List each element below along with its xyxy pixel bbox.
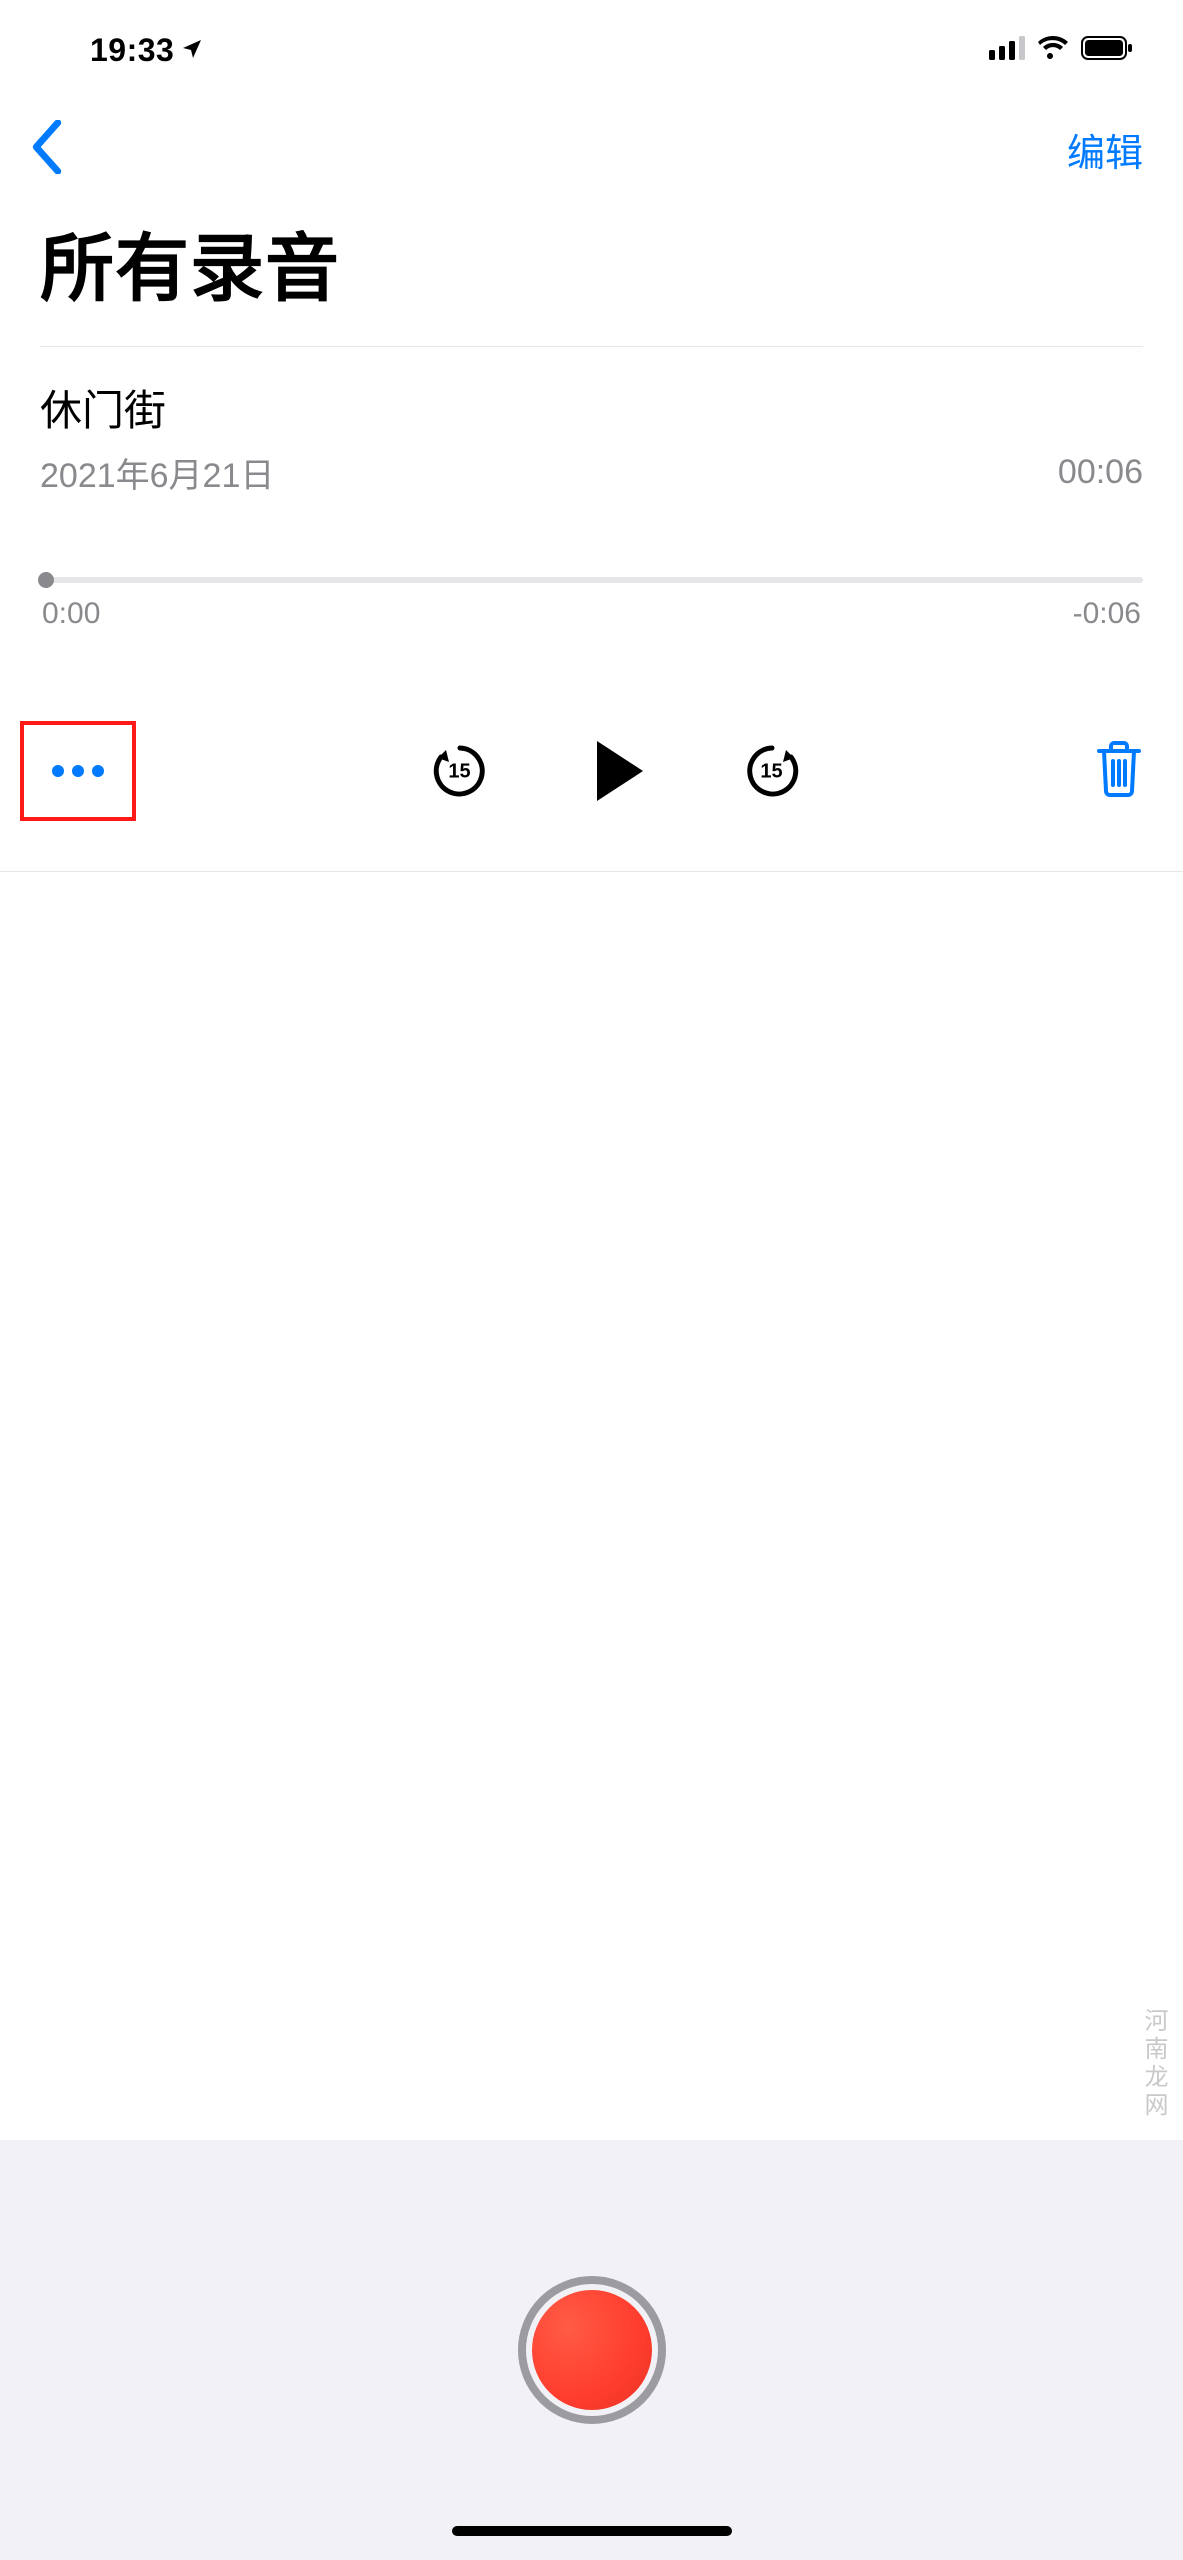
record-icon [532,2290,652,2410]
scrubber-knob[interactable] [38,572,54,588]
record-footer [0,2140,1183,2560]
record-button[interactable] [518,2276,666,2424]
delete-button[interactable] [1095,741,1143,802]
elapsed-time: 0:00 [42,597,100,631]
wifi-icon [1037,36,1069,65]
recording-item[interactable]: 休门街 2021年6月21日 00:06 [0,347,1183,497]
recording-date: 2021年6月21日 [40,448,274,497]
scrubber-track[interactable] [40,577,1143,583]
more-horizontal-icon [52,765,104,777]
recording-duration: 00:06 [1058,453,1143,492]
cellular-signal-icon [989,36,1025,65]
status-bar: 19:33 [0,0,1183,90]
skip-forward-seconds: 15 [760,760,782,783]
more-button-highlight [20,721,136,821]
home-indicator[interactable] [452,2526,732,2536]
recording-meta: 2021年6月21日 00:06 [40,448,1143,497]
page-title: 所有录音 [0,199,1183,346]
play-icon [597,741,643,801]
back-button[interactable] [30,120,64,179]
chevron-left-icon [30,120,64,174]
more-button[interactable] [52,765,104,777]
trash-icon [1095,741,1143,797]
player-controls: 15 15 [0,631,1183,871]
location-arrow-icon [180,32,204,69]
nav-bar: 编辑 [0,90,1183,199]
play-button[interactable] [589,741,643,801]
divider [0,871,1183,872]
skip-forward-button[interactable]: 15 [743,742,801,800]
skip-back-button[interactable]: 15 [431,742,489,800]
scrubber-times: 0:00 -0:06 [40,597,1143,631]
status-right [989,36,1133,65]
controls-center: 15 15 [431,741,801,801]
skip-back-seconds: 15 [448,760,470,783]
playback-scrubber[interactable]: 0:00 -0:06 [0,577,1183,631]
remaining-time: -0:06 [1073,597,1141,631]
status-time-group: 19:33 [90,32,204,69]
edit-button[interactable]: 编辑 [1067,122,1143,177]
status-time: 19:33 [90,32,174,69]
watermark: 河南龙网 [1136,2008,1171,2120]
recording-title: 休门街 [40,377,1143,438]
battery-icon [1081,36,1133,65]
